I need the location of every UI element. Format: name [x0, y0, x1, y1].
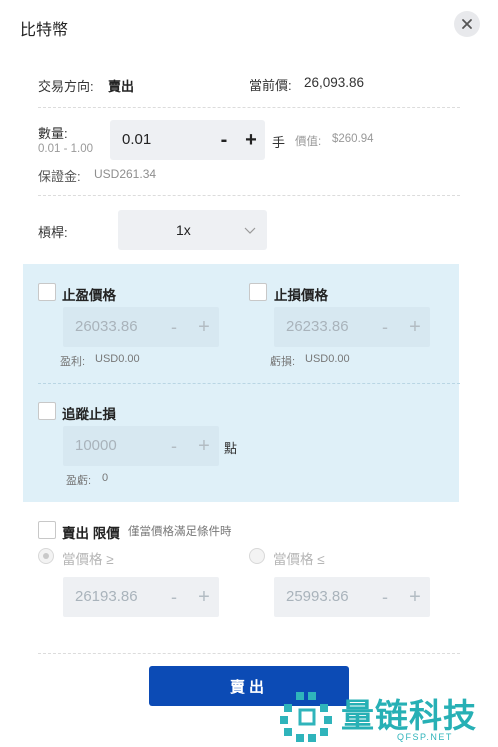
- chevron-down-icon: [244, 227, 256, 234]
- stop-loss-decrement-button[interactable]: -: [377, 307, 393, 347]
- limit-order-checkbox[interactable]: [38, 521, 56, 539]
- stop-loss-input[interactable]: 26233.86: [286, 318, 349, 335]
- limit-lte-increment-button[interactable]: +: [406, 577, 424, 617]
- margin-value: USD261.34: [94, 167, 157, 181]
- price-lte-label: 當價格 ≤: [273, 552, 325, 567]
- direction-label: 交易方向:: [38, 79, 94, 94]
- profit-value: USD0.00: [95, 353, 140, 365]
- take-profit-label: 止盈價格: [62, 288, 116, 303]
- close-icon: [462, 19, 472, 29]
- quantity-stepper[interactable]: 0.01 - +: [110, 120, 265, 160]
- limit-order-label: 賣出 限價: [62, 526, 120, 541]
- current-price-label: 當前價:: [249, 78, 292, 93]
- stop-loss-checkbox[interactable]: [249, 283, 267, 301]
- quantity-unit: 手: [272, 135, 286, 150]
- price-gte-radio[interactable]: [38, 548, 54, 564]
- current-price-value: 26,093.86: [304, 75, 365, 90]
- profit-label: 盈利:: [60, 356, 86, 368]
- trailing-stop-input[interactable]: 10000: [75, 437, 117, 454]
- divider: [38, 653, 460, 654]
- quantity-input[interactable]: 0.01: [122, 131, 151, 148]
- stop-loss-stepper[interactable]: 26233.86 - +: [274, 307, 430, 347]
- watermark-logo-icon: [280, 692, 332, 742]
- limit-gte-increment-button[interactable]: +: [195, 577, 213, 617]
- limit-lte-input[interactable]: 25993.86: [286, 588, 349, 605]
- limit-lte-stepper[interactable]: 25993.86 - +: [274, 577, 430, 617]
- watermark-subtext: QFSP.NET: [397, 732, 453, 742]
- take-profit-increment-button[interactable]: +: [195, 307, 213, 347]
- divider: [38, 195, 460, 196]
- quantity-decrement-button[interactable]: -: [215, 126, 233, 154]
- stop-loss-increment-button[interactable]: +: [406, 307, 424, 347]
- quantity-increment-button[interactable]: +: [241, 126, 261, 154]
- loss-label: 虧損:: [270, 356, 296, 368]
- direction-value: 賣出: [108, 79, 135, 94]
- margin-label: 保證金:: [38, 169, 81, 184]
- quantity-label: 數量:: [38, 126, 68, 141]
- take-profit-stepper[interactable]: 26033.86 - +: [63, 307, 219, 347]
- take-profit-input[interactable]: 26033.86: [75, 318, 138, 335]
- quantity-range: 0.01 - 1.00: [38, 143, 93, 155]
- worth-label: 價值:: [295, 136, 322, 148]
- close-button[interactable]: [454, 11, 480, 37]
- trailing-stop-increment-button[interactable]: +: [195, 426, 213, 466]
- limit-order-hint: 僅當價格滿足條件時: [128, 526, 232, 538]
- take-profit-checkbox[interactable]: [38, 283, 56, 301]
- trailing-stop-unit: 點: [224, 441, 238, 456]
- limit-gte-stepper[interactable]: 26193.86 - +: [63, 577, 219, 617]
- limit-gte-decrement-button[interactable]: -: [166, 577, 182, 617]
- trailing-stop-decrement-button[interactable]: -: [166, 426, 182, 466]
- trailing-stop-checkbox[interactable]: [38, 402, 56, 420]
- dialog-title: 比特幣: [20, 22, 69, 39]
- panel-divider: [38, 383, 460, 384]
- leverage-select[interactable]: 1x: [118, 210, 267, 250]
- leverage-label: 槓桿:: [38, 225, 68, 240]
- limit-lte-decrement-button[interactable]: -: [377, 577, 393, 617]
- leverage-value: 1x: [176, 222, 191, 238]
- watermark-text: 量链科技: [341, 696, 477, 735]
- stop-loss-label: 止損價格: [274, 288, 328, 303]
- limit-gte-input[interactable]: 26193.86: [75, 588, 138, 605]
- loss-value: USD0.00: [305, 353, 350, 365]
- pnl-label: 盈虧:: [66, 475, 92, 487]
- price-gte-label: 當價格 ≥: [62, 552, 114, 567]
- worth-value: $260.94: [332, 133, 374, 145]
- take-profit-decrement-button[interactable]: -: [166, 307, 182, 347]
- pnl-value: 0: [102, 472, 109, 484]
- trailing-stop-label: 追蹤止損: [62, 407, 116, 422]
- price-lte-radio[interactable]: [249, 548, 265, 564]
- divider: [38, 107, 460, 108]
- trailing-stop-stepper[interactable]: 10000 - +: [63, 426, 219, 466]
